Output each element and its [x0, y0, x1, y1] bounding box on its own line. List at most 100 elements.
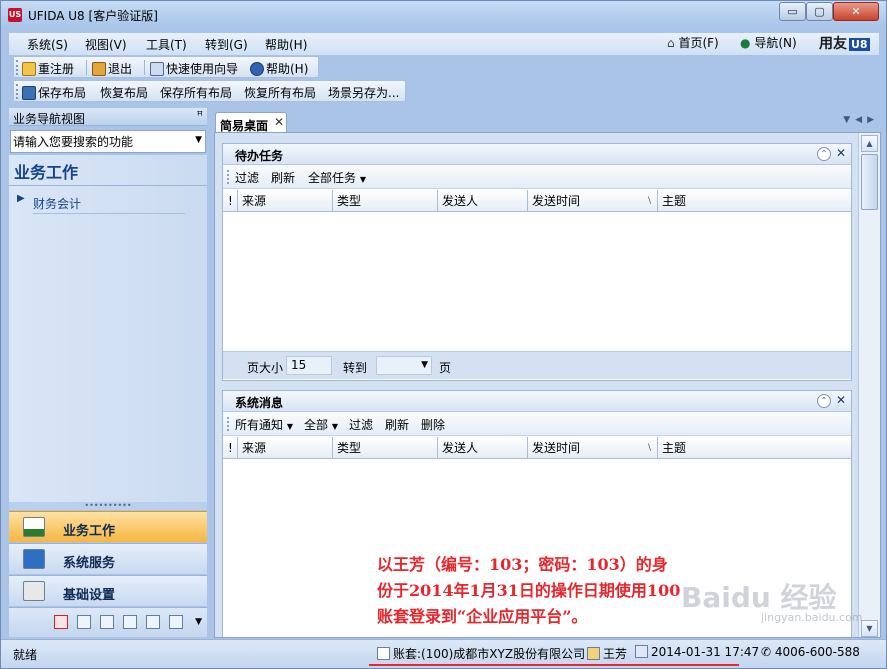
scroll-down-icon[interactable]: ▼: [861, 620, 878, 637]
nav-button-system-service[interactable]: 系统服务: [9, 543, 207, 574]
tree-icon[interactable]: [123, 615, 137, 629]
navigate-label: 导航(N): [754, 36, 797, 50]
refresh-button[interactable]: 刷新: [271, 169, 295, 186]
menu-goto[interactable]: 转到(G): [205, 36, 248, 53]
page-size-input[interactable]: 15: [286, 356, 332, 375]
nav-panel-title: 业务导航视图: [13, 112, 86, 126]
filter-button[interactable]: 过滤: [235, 169, 259, 186]
menu-help[interactable]: 帮助(H): [265, 36, 307, 53]
grid-icon[interactable]: [100, 615, 114, 629]
column-priority[interactable]: !: [223, 437, 238, 459]
column-sender[interactable]: 发送人: [438, 190, 528, 212]
save-layout-label: 保存布局: [38, 86, 87, 100]
column-send-time[interactable]: 发送时间 \: [528, 437, 658, 459]
status-datetime: 2014-01-31 17:47: [635, 645, 759, 659]
tab-close-icon[interactable]: ✕: [274, 115, 284, 129]
nav-item-financial-accounting[interactable]: 财务会计: [33, 195, 185, 214]
relogin-button[interactable]: 重注册: [22, 60, 74, 77]
status-phone: ✆ 4006-600-588: [761, 645, 860, 659]
all-notices-dropdown[interactable]: 所有通知 ▼: [235, 416, 293, 433]
quick-wizard-label: 快速使用向导: [166, 62, 239, 76]
quick-wizard-button[interactable]: 快速使用向导: [150, 60, 238, 77]
status-account: 账套:(100)成都市XYZ股份有限公司: [377, 645, 585, 662]
todo-grid-body: [223, 212, 851, 351]
panel-toolbar: 过滤 刷新 全部任务 ▼: [223, 165, 851, 189]
column-priority[interactable]: !: [223, 190, 238, 212]
folder-icon[interactable]: [169, 615, 183, 629]
minimize-button[interactable]: ▭: [779, 2, 806, 21]
exit-button[interactable]: 退出: [92, 60, 132, 77]
save-scene-as-button[interactable]: 场景另存为...: [328, 84, 399, 101]
close-window-button[interactable]: ✕: [833, 2, 879, 21]
phone-text: 4006-600-588: [774, 645, 860, 659]
wizard-icon: [150, 62, 164, 76]
home-link[interactable]: ⌂ 首页(F): [667, 34, 719, 51]
save-all-layouts-button[interactable]: 保存所有布局: [160, 84, 232, 101]
collapse-icon[interactable]: ⌃: [817, 147, 831, 161]
tab-simple-desktop[interactable]: 简易桌面 ✕: [215, 112, 287, 134]
column-type[interactable]: 类型: [333, 437, 438, 459]
function-search-box[interactable]: ▼: [10, 130, 206, 153]
window-icon[interactable]: [146, 615, 160, 629]
toolbar-grip[interactable]: [16, 60, 19, 75]
pin-icon[interactable]: ꟸ: [197, 109, 203, 122]
refresh-button[interactable]: 刷新: [385, 416, 409, 433]
all-dropdown[interactable]: 全部 ▼: [304, 416, 338, 433]
scroll-up-icon[interactable]: ▲: [861, 135, 878, 152]
delete-button[interactable]: 删除: [421, 416, 445, 433]
panel-close-icon[interactable]: ✕: [836, 146, 846, 160]
help-button[interactable]: 帮助(H): [250, 60, 308, 77]
brand-name: 用友: [819, 36, 847, 52]
maximize-button[interactable]: ▢: [806, 2, 833, 21]
panel-header: 系统消息 ⌃ ✕: [223, 391, 851, 412]
collapse-icon[interactable]: ⌃: [817, 394, 831, 408]
red-box-icon[interactable]: [54, 615, 68, 629]
tab-scroll-arrows-icon[interactable]: ▼◀▶: [843, 115, 879, 125]
dropdown-arrow-icon: ▼: [359, 175, 366, 184]
column-label: 发送时间: [532, 194, 581, 208]
save-layout-button[interactable]: 保存布局: [22, 84, 86, 101]
nav-button-business-work[interactable]: 业务工作: [9, 511, 207, 542]
more-arrow-icon[interactable]: ▼: [195, 617, 202, 627]
goto-page-select[interactable]: ▼: [376, 356, 432, 375]
column-label: 发送时间: [532, 441, 581, 455]
nav-button-basic-settings[interactable]: 基础设置: [9, 575, 207, 606]
navigate-link[interactable]: ● 导航(N): [740, 34, 797, 51]
dropdown-arrow-icon: ▼: [421, 360, 428, 370]
filter-button[interactable]: 过滤: [349, 416, 373, 433]
panel-close-icon[interactable]: ✕: [836, 393, 846, 407]
column-subject[interactable]: 主题: [658, 190, 853, 212]
nav-splitter-handle[interactable]: ••••••••••: [9, 502, 207, 510]
column-send-time[interactable]: 发送时间 \: [528, 190, 658, 212]
function-search-input[interactable]: [13, 134, 189, 149]
status-ready: 就绪: [13, 648, 38, 662]
column-source[interactable]: 来源: [238, 437, 333, 459]
menu-system[interactable]: 系统(S): [27, 36, 68, 53]
exit-label: 退出: [108, 62, 133, 76]
sort-icon: \: [647, 443, 651, 453]
restore-all-layouts-button[interactable]: 恢复所有布局: [244, 84, 316, 101]
column-type[interactable]: 类型: [333, 190, 438, 212]
dropdown-arrow-icon[interactable]: ▼: [195, 135, 202, 145]
chart-icon: [23, 517, 45, 537]
scroll-thumb[interactable]: [861, 154, 878, 210]
menu-view[interactable]: 视图(V): [85, 36, 127, 53]
all-tasks-dropdown[interactable]: 全部任务 ▼: [308, 169, 366, 186]
dropdown-arrow-icon: ▼: [286, 422, 293, 431]
restore-layout-button[interactable]: 恢复布局: [100, 84, 148, 101]
sort-icon: \: [647, 196, 651, 206]
expand-arrow-icon[interactable]: ▶: [17, 193, 25, 204]
toolbar-grip: [227, 417, 230, 431]
menu-tools[interactable]: 工具(T): [146, 36, 187, 53]
content-scrollbar[interactable]: ▲ ▼: [858, 133, 880, 637]
calendar-icon: [635, 645, 648, 658]
toolbar-separator: [144, 60, 145, 75]
column-source[interactable]: 来源: [238, 190, 333, 212]
phone-icon: ✆: [761, 645, 772, 659]
app-window: US UFIDA U8 [客户验证版] ▭ ▢ ✕ 系统(S) 视图(V) 工具…: [0, 0, 887, 669]
todo-pager: 页大小 15 转到 ▼ 页: [223, 351, 851, 379]
document-icon[interactable]: [77, 615, 91, 629]
toolbar-grip[interactable]: [16, 84, 19, 99]
column-subject[interactable]: 主题: [658, 437, 853, 459]
column-sender[interactable]: 发送人: [438, 437, 528, 459]
